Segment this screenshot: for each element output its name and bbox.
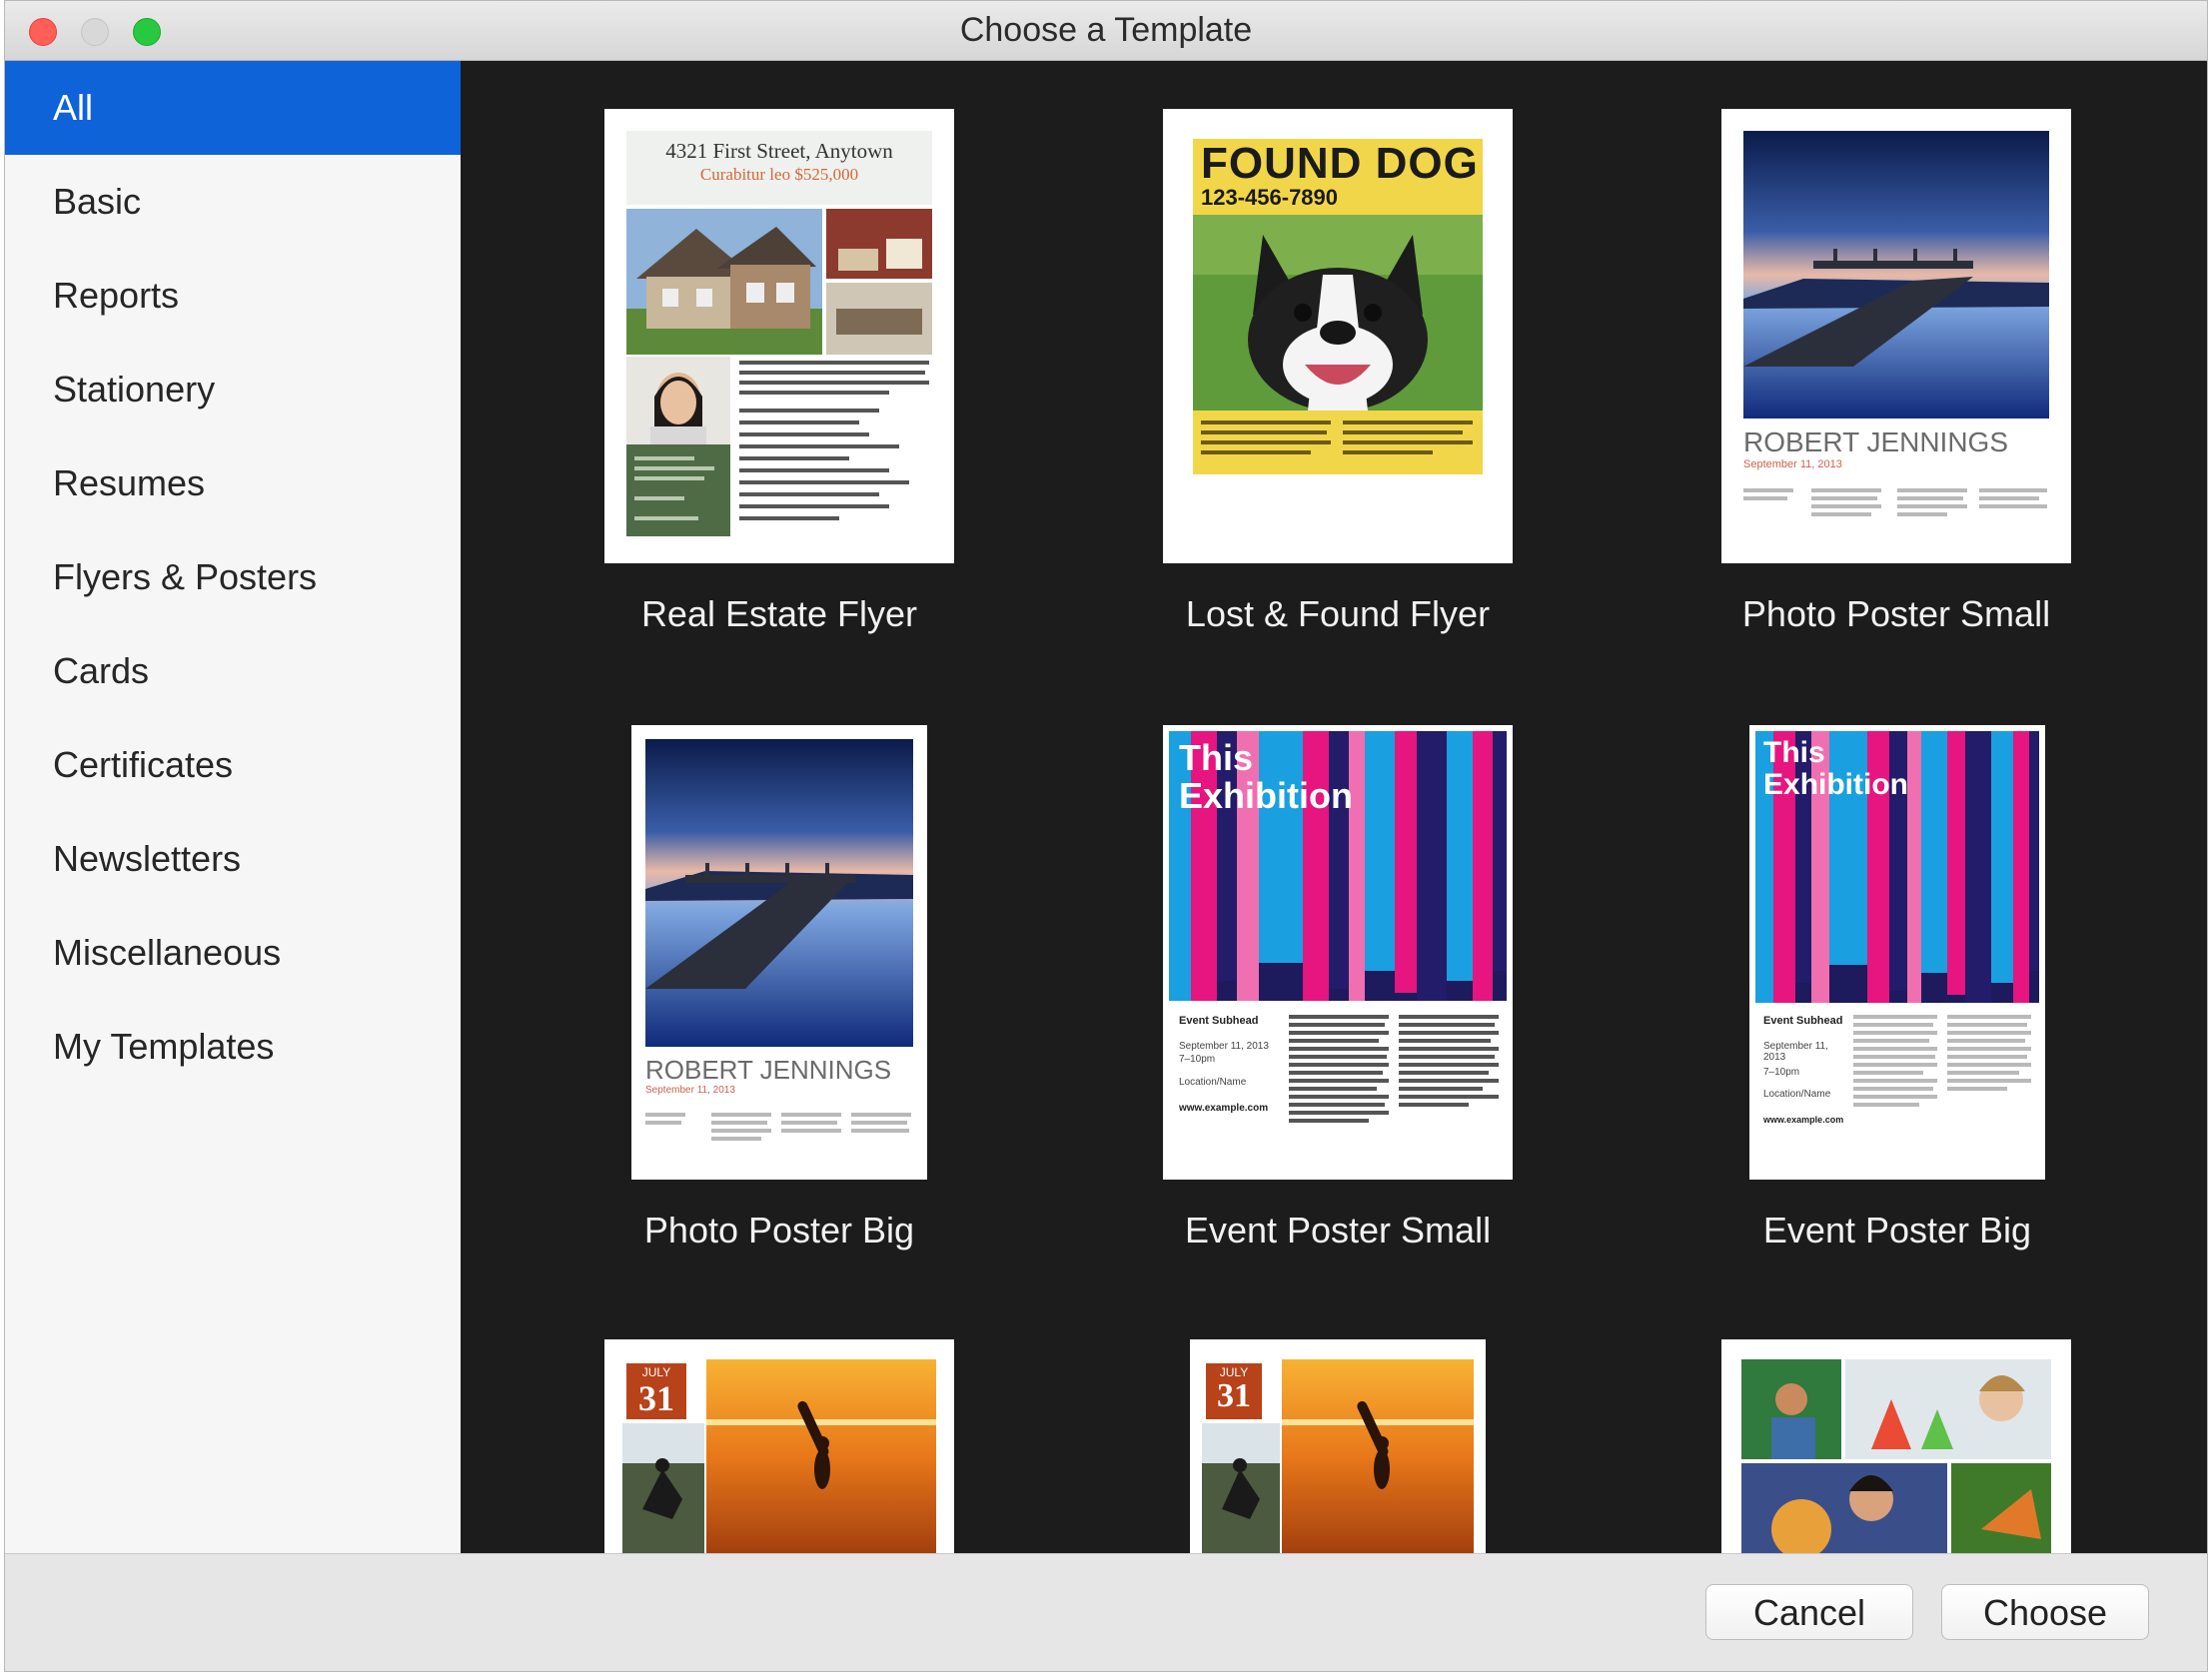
template-thumbnail	[1721, 1339, 2071, 1553]
cancel-button[interactable]: Cancel	[1705, 1584, 1913, 1640]
thumb-heading-1: This	[1179, 737, 1254, 778]
thumb-date: September 11, 2013	[1743, 458, 1842, 470]
template-lost-found-flyer[interactable]: FOUND DOG 123-456-7890 Lost & Found Flye…	[1163, 109, 1513, 634]
thumb-location: Location/Name	[1179, 1077, 1247, 1088]
template-name: Event Poster Small	[1184, 1210, 1492, 1251]
agent-photo	[626, 357, 730, 536]
template-photo-poster-big[interactable]: ROBERT JENNINGS September 11, 2013 Photo…	[631, 725, 927, 1251]
thumb-phone: 123-456-7890	[1201, 185, 1339, 210]
sidebar-item-basic[interactable]: Basic	[5, 155, 461, 249]
dialog-footer: Cancel Choose	[5, 1553, 2207, 1671]
thumb-heading: FOUND DOG	[1201, 139, 1479, 188]
thumb-date: September 11, 2013	[1763, 1041, 1828, 1063]
template-name: Lost & Found Flyer	[1185, 593, 1491, 634]
template-photo-poster-small[interactable]: ROBERT JENNINGS September 11, 2013 Photo…	[1721, 109, 2071, 634]
thumb-time: 7–10pm	[1179, 1054, 1216, 1065]
thumb-time: 7–10pm	[1763, 1067, 1800, 1078]
template-thumbnail: This Exhibition Event Subhead September …	[1749, 725, 2045, 1180]
sidebar-item-reports[interactable]: Reports	[5, 249, 461, 343]
house-photo	[626, 209, 932, 355]
thumb-date: September 11, 2013	[1179, 1041, 1269, 1052]
template-science-collage[interactable]	[1721, 1339, 2071, 1553]
sidebar-item-my-templates[interactable]: My Templates	[5, 1000, 461, 1094]
thumb-heading-2: Exhibition	[1179, 775, 1353, 816]
thumb-url: www.example.com	[1763, 1115, 1844, 1125]
category-sidebar: All Basic Reports Stationery Resumes Fly…	[5, 61, 461, 1553]
thumb-price: Curabitur leo $525,000	[699, 165, 859, 184]
template-calendar-flyer[interactable]: JULY 31	[604, 1339, 954, 1553]
template-name: Photo Poster Big	[643, 1210, 915, 1251]
thumb-name: ROBERT JENNINGS	[1743, 426, 2009, 457]
template-real-estate-flyer[interactable]: 4321 First Street, Anytown Curabitur leo…	[604, 109, 954, 634]
lake-photo	[1743, 131, 2049, 418]
template-name: Event Poster Big	[1762, 1210, 2032, 1251]
template-name: Real Estate Flyer	[640, 593, 918, 634]
thumb-heading-1: This	[1763, 736, 1825, 769]
template-name: Photo Poster Small	[1741, 593, 2051, 634]
thumb-day: 31	[1217, 1377, 1251, 1414]
thumb-heading-2: Exhibition	[1763, 768, 1908, 801]
sidebar-item-cards[interactable]: Cards	[5, 624, 461, 718]
thumb-subhead: Event Subhead	[1763, 1015, 1843, 1027]
sidebar-item-all[interactable]: All	[5, 61, 461, 155]
thumb-day: 31	[638, 1378, 674, 1418]
window-title: Choose a Template	[959, 11, 1253, 49]
title-bar: Choose a Template	[5, 1, 2207, 61]
lake-photo	[645, 739, 913, 1047]
template-thumbnail: 4321 First Street, Anytown Curabitur leo…	[604, 109, 954, 563]
thumb-address: 4321 First Street, Anytown	[665, 139, 893, 163]
choose-button[interactable]: Choose	[1941, 1584, 2149, 1640]
sidebar-item-miscellaneous[interactable]: Miscellaneous	[5, 906, 461, 1000]
sidebar-item-certificates[interactable]: Certificates	[5, 718, 461, 812]
dog-photo	[1193, 215, 1483, 411]
template-grid: 4321 First Street, Anytown Curabitur leo…	[461, 61, 2207, 1553]
thumb-date: September 11, 2013	[645, 1085, 735, 1096]
template-event-poster-big[interactable]: This Exhibition Event Subhead September …	[1749, 725, 2045, 1251]
template-thumbnail: ROBERT JENNINGS September 11, 2013	[631, 725, 927, 1180]
template-event-poster-small[interactable]: This Exhibition Event Subhead September …	[1163, 725, 1513, 1251]
sidebar-item-newsletters[interactable]: Newsletters	[5, 812, 461, 906]
sidebar-item-resumes[interactable]: Resumes	[5, 436, 461, 530]
sidebar-item-stationery[interactable]: Stationery	[5, 343, 461, 436]
template-calendar-poster[interactable]: JULY 31	[1190, 1339, 1486, 1553]
template-thumbnail: JULY 31	[1190, 1339, 1486, 1553]
template-thumbnail: FOUND DOG 123-456-7890	[1163, 109, 1513, 563]
thumb-url: www.example.com	[1179, 1103, 1269, 1114]
sidebar-item-flyers-posters[interactable]: Flyers & Posters	[5, 530, 461, 624]
template-thumbnail: JULY 31	[604, 1339, 954, 1553]
template-chooser-window: Choose a Template All Basic Reports Stat…	[4, 0, 2208, 1672]
thumb-location: Location/Name	[1763, 1089, 1831, 1100]
thumb-subhead: Event Subhead	[1179, 1015, 1259, 1027]
template-thumbnail: ROBERT JENNINGS September 11, 2013	[1721, 109, 2071, 563]
template-thumbnail: This Exhibition Event Subhead September …	[1163, 725, 1513, 1180]
science-kids-collage	[1741, 1359, 2051, 1553]
thumb-name: ROBERT JENNINGS	[645, 1055, 892, 1085]
